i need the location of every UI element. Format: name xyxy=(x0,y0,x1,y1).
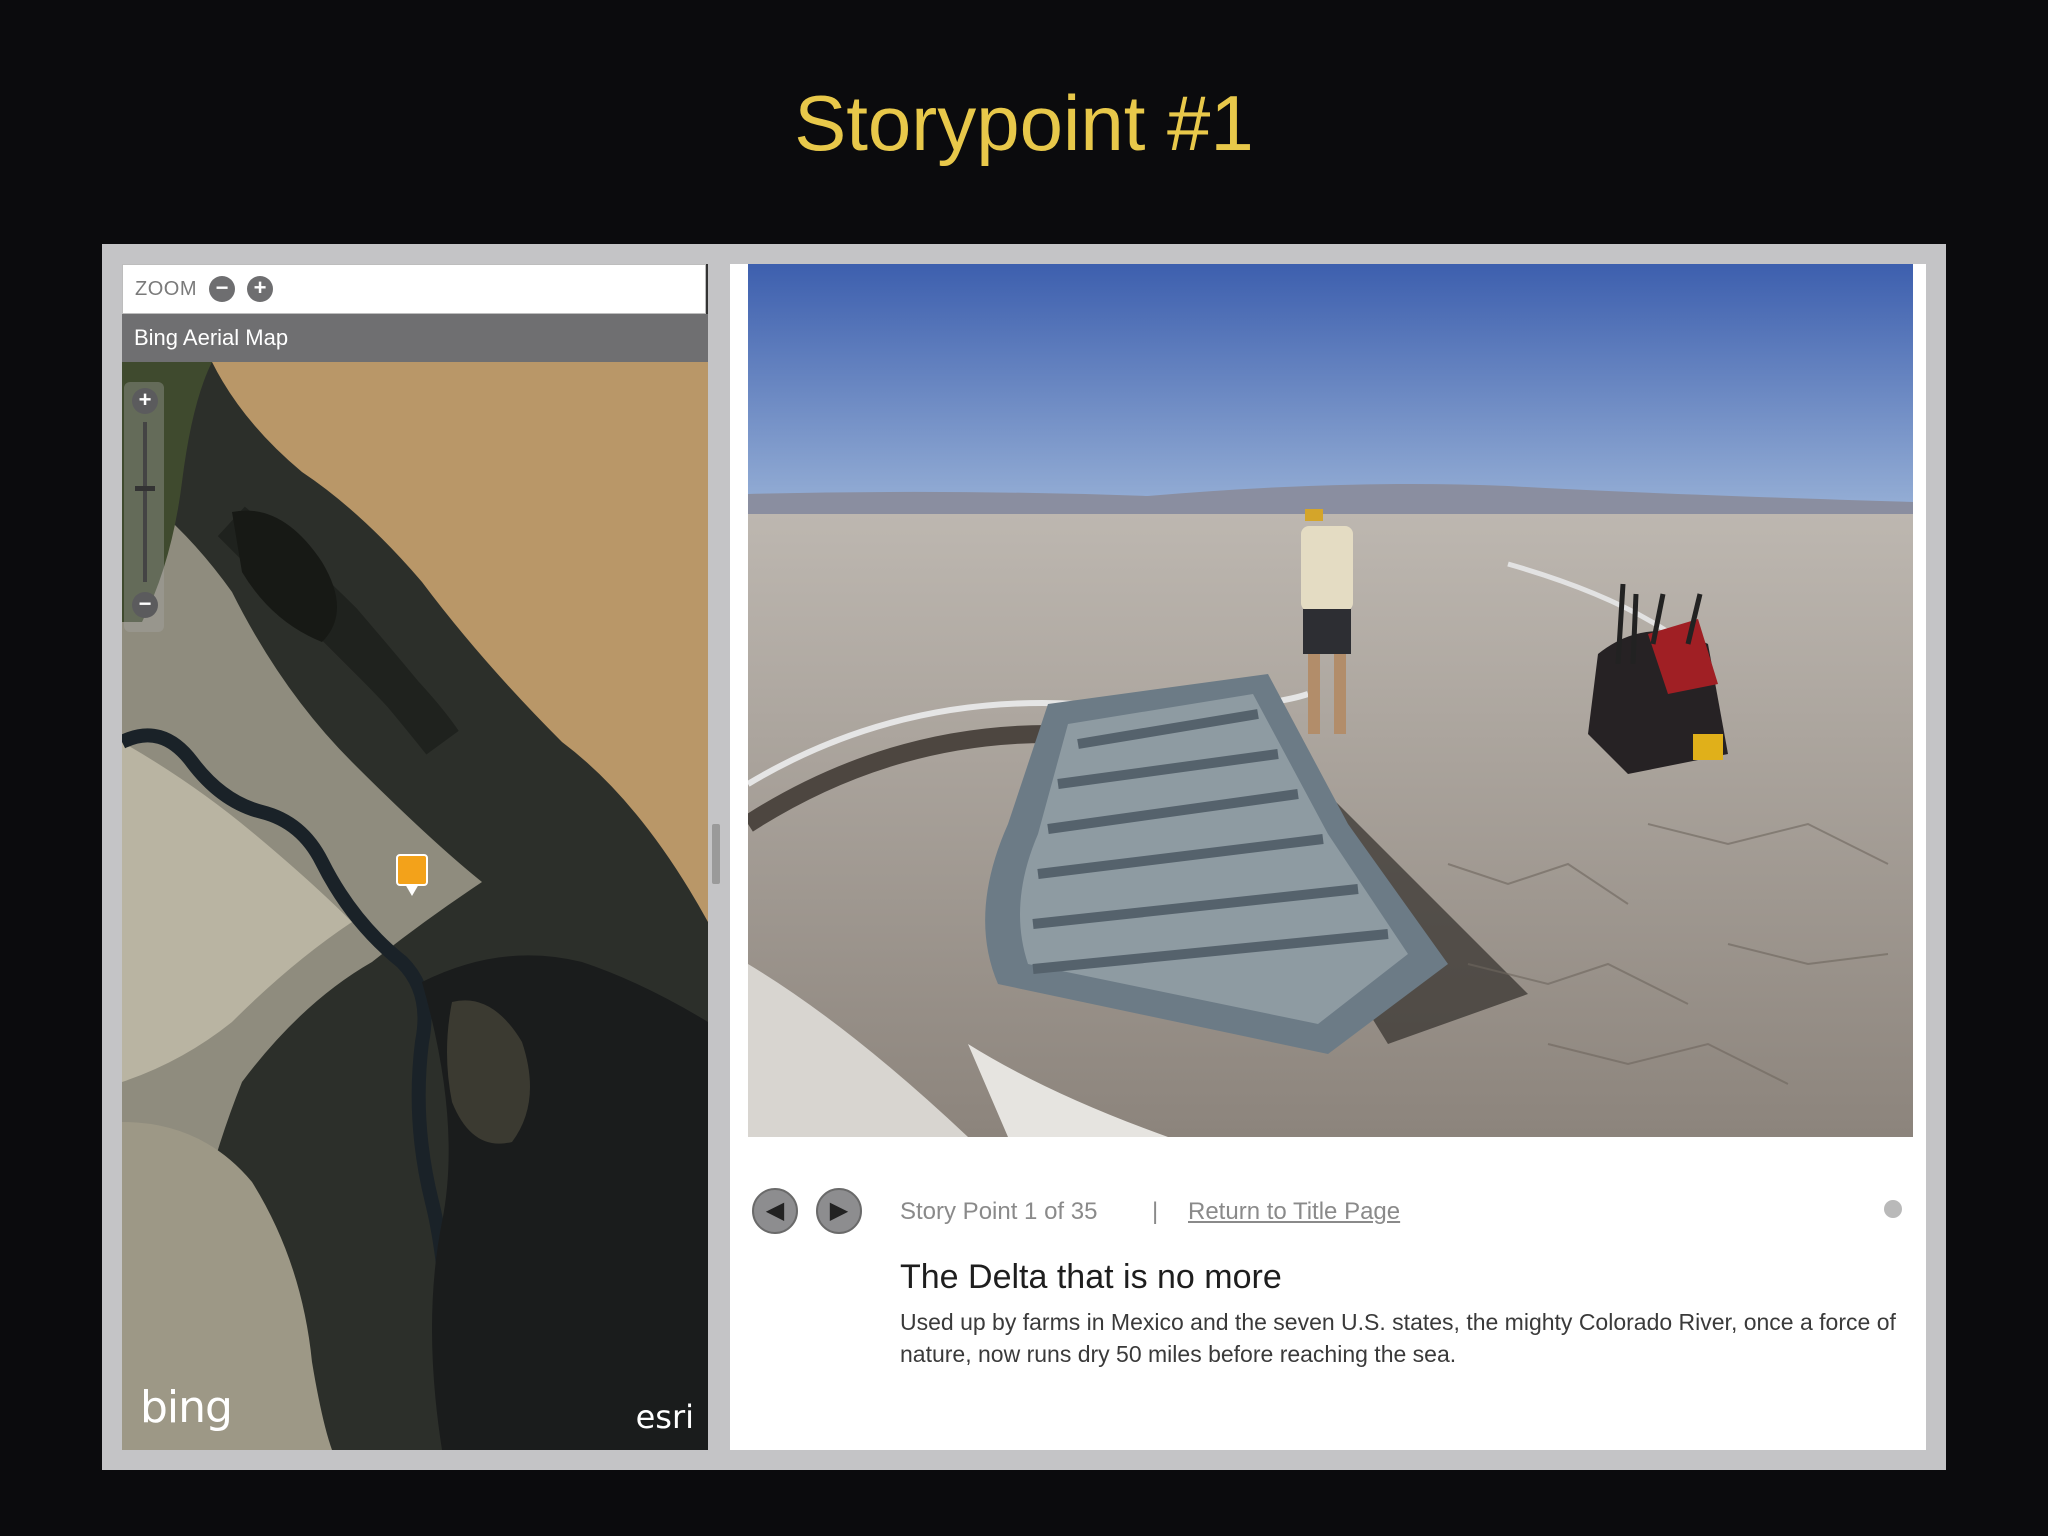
return-to-title-link[interactable]: Return to Title Page xyxy=(1188,1198,1400,1226)
zoom-in-button[interactable]: + xyxy=(247,276,273,302)
story-title: The Delta that is no more xyxy=(900,1258,1282,1296)
slide-title: Storypoint #1 xyxy=(794,79,1254,167)
slider-zoom-out-button[interactable]: − xyxy=(132,592,158,618)
story-panel: ◀ ▶ Story Point 1 of 35 | Return to Titl… xyxy=(730,264,1926,1450)
panel-splitter[interactable] xyxy=(712,824,720,884)
separator: | xyxy=(1152,1198,1159,1225)
status-dot-icon xyxy=(1884,1200,1902,1218)
zoom-out-button[interactable]: − xyxy=(209,276,235,302)
story-map-frame: ZOOM − + Bing Aerial Map + − bing esri ◀… xyxy=(102,244,1946,1470)
next-story-button[interactable]: ▶ xyxy=(816,1188,862,1234)
slider-zoom-in-button[interactable]: + xyxy=(132,388,158,414)
story-body: Used up by farms in Mexico and the seven… xyxy=(900,1309,1896,1367)
bing-logo: bing xyxy=(140,1382,233,1433)
zoom-bar: ZOOM − + xyxy=(122,264,706,314)
map-panel: ZOOM − + Bing Aerial Map + − bing esri xyxy=(122,264,708,1450)
story-photo xyxy=(748,264,1913,1137)
aerial-map[interactable]: + − bing esri xyxy=(122,362,708,1450)
stranded-boat-photo xyxy=(748,264,1913,1137)
previous-story-button[interactable]: ◀ xyxy=(752,1188,798,1234)
story-controls: ◀ ▶ Story Point 1 of 35 | Return to Titl… xyxy=(752,1188,1902,1238)
camera-marker-icon[interactable] xyxy=(396,854,428,896)
story-counter: Story Point 1 of 35 xyxy=(900,1198,1098,1225)
zoom-label: ZOOM xyxy=(135,277,197,300)
slider-thumb[interactable] xyxy=(135,486,155,491)
slider-track[interactable] xyxy=(143,422,147,582)
aerial-imagery xyxy=(122,362,708,1450)
zoom-slider[interactable]: + − xyxy=(124,382,164,632)
map-header: Bing Aerial Map xyxy=(122,314,708,362)
esri-logo: esri xyxy=(635,1398,694,1436)
